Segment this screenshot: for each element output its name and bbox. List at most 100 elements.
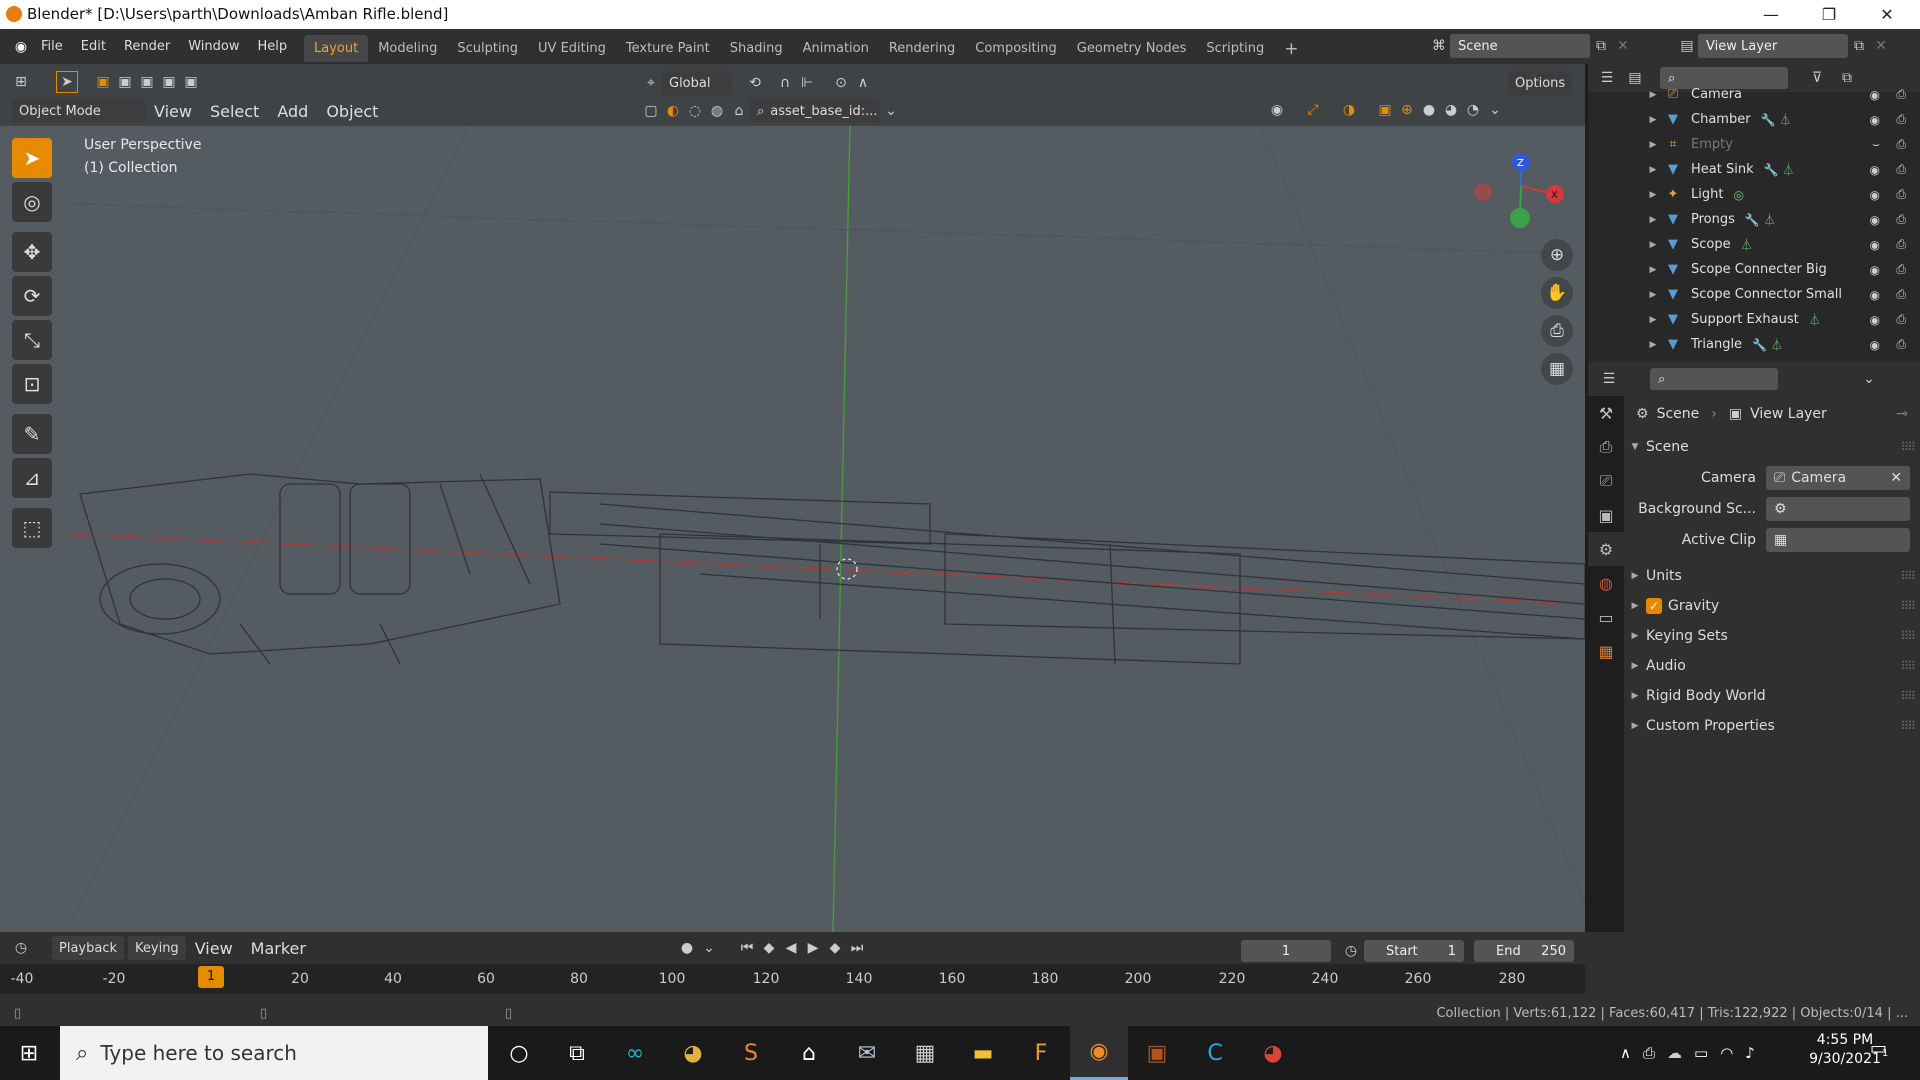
proportional-edit-icon[interactable]: ⊙ xyxy=(830,72,852,94)
section-scene[interactable]: ▼ Scene ⠿⠿ xyxy=(1624,432,1920,462)
mail-icon[interactable]: ✉ xyxy=(838,1026,896,1080)
hide-in-viewport-icon[interactable]: ◉ xyxy=(1870,238,1880,252)
select-intersect-icon[interactable]: ▣ xyxy=(180,71,202,93)
calculator-icon[interactable]: ▦ xyxy=(896,1026,954,1080)
tab-uv-editing[interactable]: UV Editing xyxy=(528,35,616,62)
show-hidden-icons-icon[interactable]: ∧ xyxy=(1620,1044,1631,1062)
tab-animation[interactable]: Animation xyxy=(793,35,879,62)
current-frame-field[interactable]: 1 xyxy=(1241,940,1331,962)
section-audio[interactable]: ▶ Audio ⠿⠿ xyxy=(1624,651,1920,681)
expand-arrow-icon[interactable]: ▶ xyxy=(1643,140,1663,150)
annotate-tool[interactable]: ✎ xyxy=(12,414,52,454)
start-frame-field[interactable]: Start 1 xyxy=(1364,940,1464,962)
transform-tool[interactable]: ⊡ xyxy=(12,364,52,404)
hide-in-viewport-icon[interactable]: ◉ xyxy=(1870,188,1880,202)
select-new-icon[interactable]: ▣ xyxy=(92,71,114,93)
hide-in-viewport-icon[interactable]: ◉ xyxy=(1870,338,1880,352)
disable-in-renders-icon[interactable]: ⎙ xyxy=(1896,262,1906,277)
camera-field[interactable]: ⎚ Camera ✕ xyxy=(1766,465,1910,490)
select-extend-icon[interactable]: ▣ xyxy=(114,71,136,93)
expand-arrow-icon[interactable]: ▶ xyxy=(1643,340,1663,350)
material-shading-icon[interactable]: ◕ xyxy=(1440,99,1462,121)
asset-filter-dropdown-icon[interactable]: ⌄ xyxy=(880,100,902,122)
transform-orientation-dropdown[interactable]: Global xyxy=(662,71,732,95)
hide-in-viewport-icon[interactable]: ◉ xyxy=(1870,113,1880,127)
auto-keying-icon[interactable]: ● xyxy=(676,937,698,959)
visibility-icon[interactable]: ◉ xyxy=(1266,99,1288,121)
view-layer-browse-icon[interactable]: ▤ xyxy=(1676,35,1698,57)
preview-range-icon[interactable]: ◷ xyxy=(1340,940,1362,962)
disable-in-renders-icon[interactable]: ⎙ xyxy=(1896,137,1906,152)
select-tool-icon[interactable]: ➤ xyxy=(56,71,78,93)
meet-icon[interactable]: ⎙ xyxy=(1643,1044,1655,1062)
hide-in-viewport-icon[interactable]: ◉ xyxy=(1870,163,1880,177)
expand-arrow-icon[interactable]: ▶ xyxy=(1643,290,1663,300)
timeline-ruler[interactable]: -40 -20 1 20 40 60 80 100 120 140 160 18… xyxy=(0,964,1585,994)
timeline-menu-playback[interactable]: Playback xyxy=(52,936,125,960)
store-icon[interactable]: ⌂ xyxy=(780,1026,838,1080)
scene-field[interactable]: Scene xyxy=(1450,34,1590,58)
outliner-item-empty[interactable]: ▶ ⌗ Empty ⌣ ⎙ xyxy=(1588,132,1920,157)
add-workspace-button[interactable]: + xyxy=(1274,35,1308,62)
overlay-toggle-icon[interactable]: ◑ xyxy=(1338,99,1360,121)
delete-scene-icon[interactable]: ✕ xyxy=(1612,35,1634,57)
gravity-checkbox[interactable]: ✓ xyxy=(1646,598,1662,614)
pin-icon[interactable]: ⊸ xyxy=(1896,406,1908,422)
pan-hand-icon[interactable]: ✋ xyxy=(1541,277,1573,309)
brush-icon[interactable]: ⌂ xyxy=(728,100,750,122)
task-view-icon[interactable]: ⧉ xyxy=(548,1026,606,1080)
move-tool[interactable]: ✥ xyxy=(12,232,52,272)
select-box-tool[interactable]: ➤ xyxy=(12,138,52,178)
chrome-icon[interactable]: ◕ xyxy=(664,1026,722,1080)
disable-in-renders-icon[interactable]: ⎙ xyxy=(1896,337,1906,352)
disable-in-renders-icon[interactable]: ⎙ xyxy=(1896,287,1906,302)
next-keyframe-icon[interactable]: ◆ xyxy=(824,937,846,959)
camera-view-icon[interactable]: ⎙ xyxy=(1541,315,1573,347)
background-scene-field[interactable]: ⚙ xyxy=(1766,496,1910,521)
menu-edit[interactable]: Edit xyxy=(72,29,115,64)
asset-filter-field[interactable]: ⌕ asset_base_id:... xyxy=(750,99,880,123)
outliner-item-prongs[interactable]: ▶ ▼ Prongs 🔧 ⏃ ◉ ⎙ xyxy=(1588,207,1920,232)
material-icon[interactable]: ◐ xyxy=(662,100,684,122)
scene-tab-icon[interactable]: ⚙ xyxy=(1588,532,1624,566)
options-dropdown[interactable]: Options xyxy=(1508,71,1573,95)
chrome-profile-icon[interactable]: ◕ xyxy=(1244,1026,1302,1080)
expand-arrow-icon[interactable]: ▶ xyxy=(1643,315,1663,325)
timeline-editor-type-icon[interactable]: ◷ xyxy=(10,937,32,959)
snap-target-icon[interactable]: ⊩ xyxy=(796,72,818,94)
world-icon[interactable]: ◌ xyxy=(684,100,706,122)
hide-in-viewport-icon[interactable]: ◉ xyxy=(1870,288,1880,302)
viewport-menu-select[interactable]: Select xyxy=(201,99,268,123)
disable-in-renders-icon[interactable]: ⎙ xyxy=(1896,312,1906,327)
tab-layout[interactable]: Layout xyxy=(304,35,369,62)
object-type-icon[interactable]: ▢ xyxy=(640,100,662,122)
onedrive-icon[interactable]: ☁ xyxy=(1667,1044,1682,1062)
sublime-text-icon[interactable]: S xyxy=(722,1026,780,1080)
delete-view-layer-icon[interactable]: ✕ xyxy=(1870,35,1892,57)
expand-arrow-icon[interactable]: ▶ xyxy=(1643,190,1663,200)
shading-options-icon[interactable]: ⌄ xyxy=(1484,99,1506,121)
properties-search-input[interactable]: ⌕ xyxy=(1650,368,1778,390)
collection-tab-icon[interactable]: ▭ xyxy=(1588,600,1624,634)
texture-icon[interactable]: ◍ xyxy=(706,100,728,122)
section-rigid-body-world[interactable]: ▶ Rigid Body World ⠿⠿ xyxy=(1624,681,1920,711)
add-cube-tool[interactable]: ⬚ xyxy=(12,508,52,548)
timeline-menu-marker[interactable]: Marker xyxy=(242,936,315,960)
jump-end-icon[interactable]: ⏭ xyxy=(846,937,868,959)
expand-arrow-icon[interactable]: ▶ xyxy=(1643,215,1663,225)
cortana-icon[interactable]: ○ xyxy=(490,1026,548,1080)
close-button[interactable]: ✕ xyxy=(1858,0,1916,29)
expand-arrow-icon[interactable]: ▶ xyxy=(1643,115,1663,125)
hide-in-viewport-icon[interactable]: ◉ xyxy=(1870,313,1880,327)
view-layer-tab-icon[interactable]: ▣ xyxy=(1588,498,1624,532)
section-keying-sets[interactable]: ▶ Keying Sets ⠿⠿ xyxy=(1624,621,1920,651)
select-invert-icon[interactable]: ▣ xyxy=(158,71,180,93)
properties-options-icon[interactable]: ⌄ xyxy=(1858,368,1880,390)
outliner-item-camera[interactable]: ▶ ⎚ Camera ◉ ⎙ xyxy=(1588,82,1920,107)
gizmo-toggle-icon[interactable]: ⤢ xyxy=(1302,99,1324,121)
disable-in-renders-icon[interactable]: ⎙ xyxy=(1896,162,1906,177)
keying-set-icon[interactable]: ⌄ xyxy=(698,937,720,959)
tab-texture-paint[interactable]: Texture Paint xyxy=(616,35,720,62)
minimize-button[interactable]: — xyxy=(1742,0,1800,29)
view-layer-field[interactable]: View Layer xyxy=(1698,34,1848,58)
